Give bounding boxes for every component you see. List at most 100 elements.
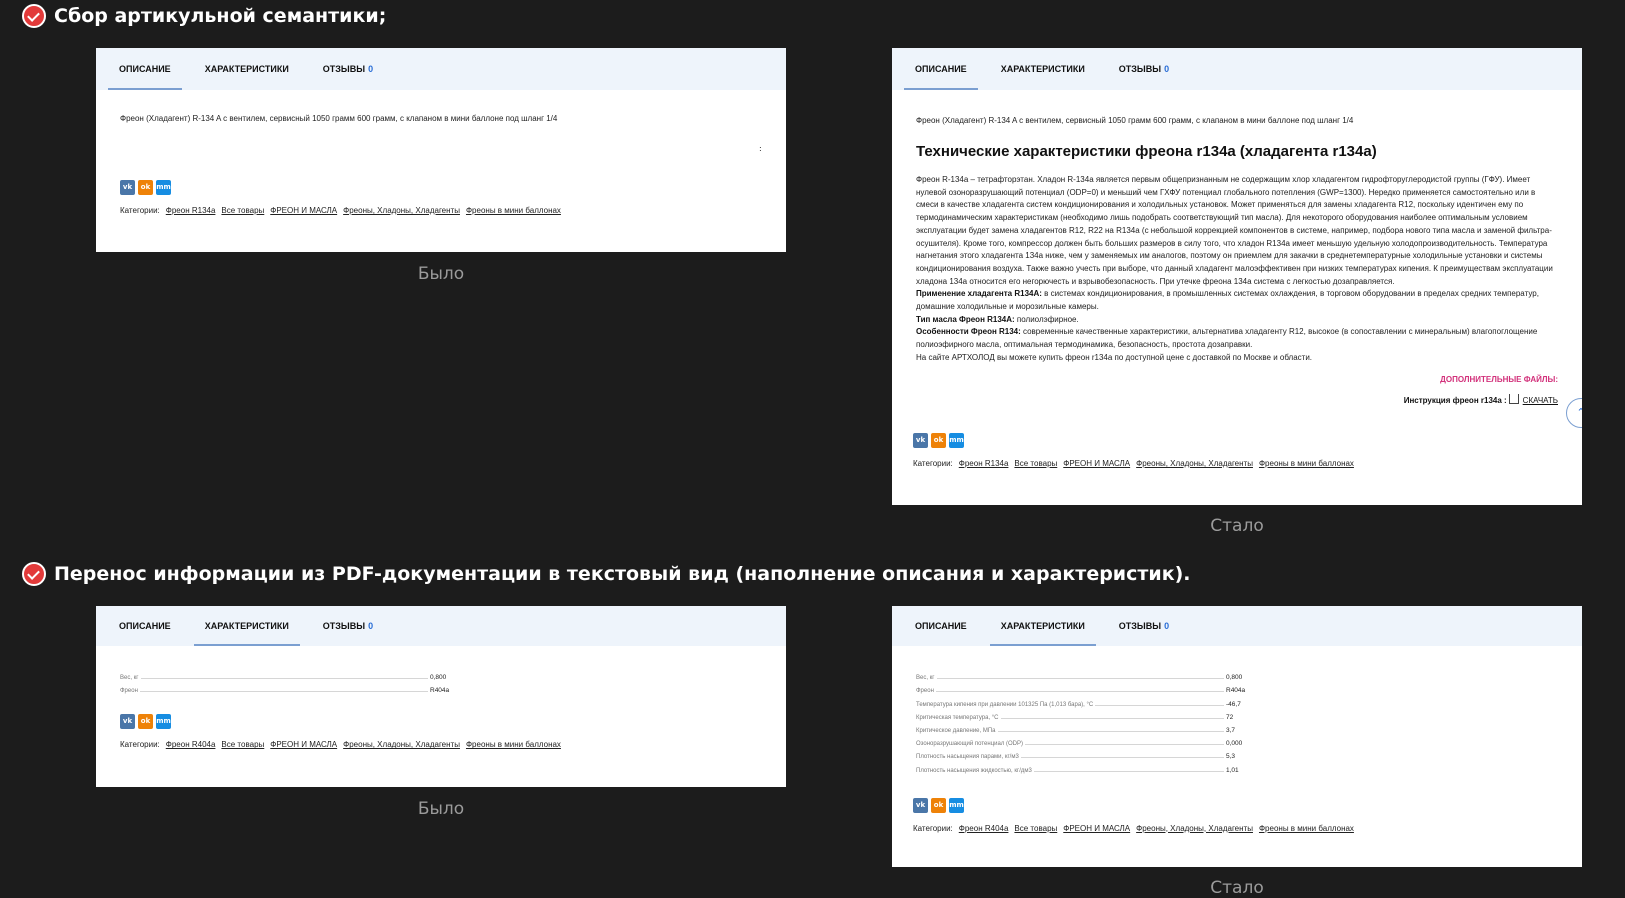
- category-link[interactable]: Фреон R404a: [166, 740, 216, 749]
- oil-text: полиолэфирное.: [1014, 314, 1079, 324]
- ok-icon[interactable]: ok: [931, 432, 946, 448]
- tab-description[interactable]: ОПИСАНИЕ: [904, 606, 978, 646]
- categories: Категории: Фреон R134a Все товары ФРЕОН …: [120, 206, 762, 215]
- tab-characteristics[interactable]: ХАРАКТЕРИСТИКИ: [989, 606, 1096, 646]
- spec-row: Вес, кг 0,800: [916, 668, 1256, 681]
- social-share: vk ok mm: [120, 180, 762, 195]
- tab-bar: ОПИСАНИЕ ХАРАКТЕРИСТИКИ ОТЗЫВЫ 0: [96, 48, 786, 90]
- tab-reviews-label: ОТЗЫВЫ: [1118, 621, 1162, 631]
- tab-description[interactable]: ОПИСАНИЕ: [108, 48, 182, 90]
- product-intro: Фреон (Хладагент) R-134 A с вентилем, се…: [916, 116, 1354, 125]
- spec-value: R404a: [1226, 687, 1246, 695]
- tab-characteristics[interactable]: ХАРАКТЕРИСТИКИ: [194, 48, 300, 90]
- before-characteristics-panel: ОПИСАНИЕ ХАРАКТЕРИСТИКИ ОТЗЫВЫ 0 Вес, кг 0…: [96, 606, 786, 787]
- category-link[interactable]: ФРЕОН И МАСЛА: [270, 206, 337, 215]
- files-title: ДОПОЛНИТЕЛЬНЫЕ ФАЙЛЫ:: [1440, 374, 1558, 384]
- vk-icon[interactable]: vk: [913, 797, 928, 813]
- download-link[interactable]: СКАЧАТЬ: [1523, 396, 1558, 405]
- spec-value: 5,3: [1226, 753, 1236, 761]
- tab-description[interactable]: ОПИСАНИЕ: [108, 606, 182, 646]
- spec-row: Плотность насыщения парами, кг/м3 5,3: [916, 747, 1256, 760]
- category-link[interactable]: Все товары: [1014, 459, 1057, 468]
- spec-row: Плотность насыщения жидкостью, кг/дм3 1,0…: [916, 760, 1256, 774]
- category-link[interactable]: Фреоны в мини баллонах: [1259, 459, 1354, 468]
- category-link[interactable]: Фреоны, Хладоны, Хладагенты: [1136, 459, 1253, 468]
- categories: Категории: Фреон R134a Все товары ФРЕОН …: [913, 459, 1558, 468]
- spec-name: Температура кипения при давлении 101325 …: [916, 701, 1094, 708]
- category-link[interactable]: ФРЕОН И МАСЛА: [1063, 459, 1130, 468]
- mm-icon[interactable]: mm: [156, 180, 171, 195]
- tab-bar: ОПИСАНИЕ ХАРАКТЕРИСТИКИ ОТЗЫВЫ 0: [892, 606, 1582, 646]
- reviews-count: 0: [1164, 64, 1170, 74]
- file-name: Инструкция фреон r134a :: [1403, 395, 1507, 405]
- ok-icon[interactable]: ok: [138, 180, 153, 195]
- category-link[interactable]: ФРЕОН И МАСЛА: [1063, 824, 1130, 833]
- mm-icon[interactable]: mm: [949, 797, 964, 813]
- tab-reviews[interactable]: ОТЗЫВЫ 0: [1108, 48, 1180, 90]
- category-link[interactable]: Фреоны, Хладоны, Хладагенты: [343, 206, 460, 215]
- spec-row: Фреон R404a: [916, 681, 1256, 694]
- category-link[interactable]: Фреон R134a: [166, 206, 216, 215]
- check-circle-icon: [22, 562, 46, 586]
- colon-mark: :: [759, 144, 762, 153]
- category-link[interactable]: Фреон R134a: [959, 459, 1009, 468]
- vk-icon[interactable]: vk: [120, 714, 135, 730]
- tab-description[interactable]: ОПИСАНИЕ: [904, 48, 978, 90]
- spec-name: Плотность насыщения жидкостью, кг/дм3: [916, 767, 1032, 774]
- ok-icon[interactable]: ok: [138, 714, 153, 730]
- category-link[interactable]: Все товары: [221, 206, 264, 215]
- category-link[interactable]: Все товары: [221, 740, 264, 749]
- spec-table: Вес, кг 0,800 Фреон R404a: [120, 668, 460, 694]
- tab-reviews-label: ОТЗЫВЫ: [322, 64, 366, 74]
- social-share: vk ok mm: [120, 714, 762, 730]
- spec-table: Вес, кг 0,800 Фреон R404a Температура кипе…: [916, 668, 1256, 774]
- spec-value: -46,7: [1226, 700, 1241, 708]
- category-link[interactable]: ФРЕОН И МАСЛА: [270, 740, 337, 749]
- caption-after: Стало: [1210, 878, 1264, 898]
- category-link[interactable]: Все товары: [1014, 824, 1057, 833]
- tab-bar: ОПИСАНИЕ ХАРАКТЕРИСТИКИ ОТЗЫВЫ 0: [892, 48, 1582, 90]
- spec-row: Критическая температура, °C 72: [916, 708, 1256, 721]
- spec-row: Температура кипения при давлении 101325 …: [916, 694, 1256, 708]
- categories-label: Категории:: [120, 740, 160, 750]
- category-link[interactable]: Фреоны в мини баллонах: [1259, 824, 1354, 833]
- tab-reviews-label: ОТЗЫВЫ: [322, 621, 366, 631]
- section-1-title-text: Сбор артикульной семантики;: [54, 5, 387, 27]
- category-link[interactable]: Фреоны в мини баллонах: [466, 740, 561, 749]
- buy-line: На сайте АРТХОЛОД вы можете купить фреон…: [916, 352, 1313, 362]
- after-description-panel: ОПИСАНИЕ ХАРАКТЕРИСТИКИ ОТЗЫВЫ 0 Фреон (Х…: [892, 48, 1582, 505]
- tab-reviews[interactable]: ОТЗЫВЫ 0: [312, 606, 384, 646]
- section-2-title-text: Перенос информации из PDF-документации в…: [54, 563, 1191, 585]
- category-link[interactable]: Фреоны, Хладоны, Хладагенты: [1136, 824, 1253, 833]
- spec-row: Озоноразрушающий потенциал (ODP) 0,000: [916, 734, 1256, 747]
- mm-icon[interactable]: mm: [156, 714, 171, 730]
- category-link[interactable]: Фреоны, Хладоны, Хладагенты: [343, 740, 460, 749]
- product-intro: Фреон (Хладагент) R-134 A с вентилем, се…: [120, 114, 558, 123]
- categories-label: Категории:: [913, 823, 953, 833]
- description-heading: Технические характеристики фреона r134a …: [916, 143, 1377, 160]
- spec-name: Фреон: [916, 688, 934, 695]
- categories-label: Категории:: [120, 206, 160, 215]
- category-link[interactable]: Фреон R404a: [959, 824, 1009, 833]
- mm-icon[interactable]: mm: [949, 432, 964, 448]
- tab-characteristics[interactable]: ХАРАКТЕРИСТИКИ: [990, 48, 1096, 90]
- reviews-count: 0: [1164, 621, 1170, 631]
- spec-name: Плотность насыщения парами, кг/м3: [916, 754, 1019, 761]
- caption-before: Было: [417, 264, 465, 284]
- ok-icon[interactable]: ok: [931, 797, 946, 813]
- oil-label: Тип масла Фреон R134A:: [916, 314, 1015, 324]
- spec-row: Фреон R404a: [120, 681, 460, 694]
- tab-reviews[interactable]: ОТЗЫВЫ 0: [1108, 606, 1180, 646]
- vk-icon[interactable]: vk: [913, 432, 928, 448]
- social-share: vk ok mm: [913, 797, 1558, 813]
- application-line: Применение хладагента R134A: в системах …: [916, 288, 1558, 313]
- category-link[interactable]: Фреоны в мини баллонах: [466, 206, 561, 215]
- spec-value: 0,800: [1226, 674, 1243, 682]
- oil-line: Тип масла Фреон R134A: полиолэфирное.: [916, 314, 1558, 327]
- download-icon: [1508, 393, 1519, 404]
- spec-name: Критическое давление, МПа: [916, 727, 996, 734]
- vk-icon[interactable]: vk: [120, 180, 135, 195]
- tab-reviews[interactable]: ОТЗЫВЫ 0: [312, 48, 384, 90]
- tab-reviews-label: ОТЗЫВЫ: [1118, 64, 1162, 74]
- tab-characteristics[interactable]: ХАРАКТЕРИСТИКИ: [193, 606, 300, 646]
